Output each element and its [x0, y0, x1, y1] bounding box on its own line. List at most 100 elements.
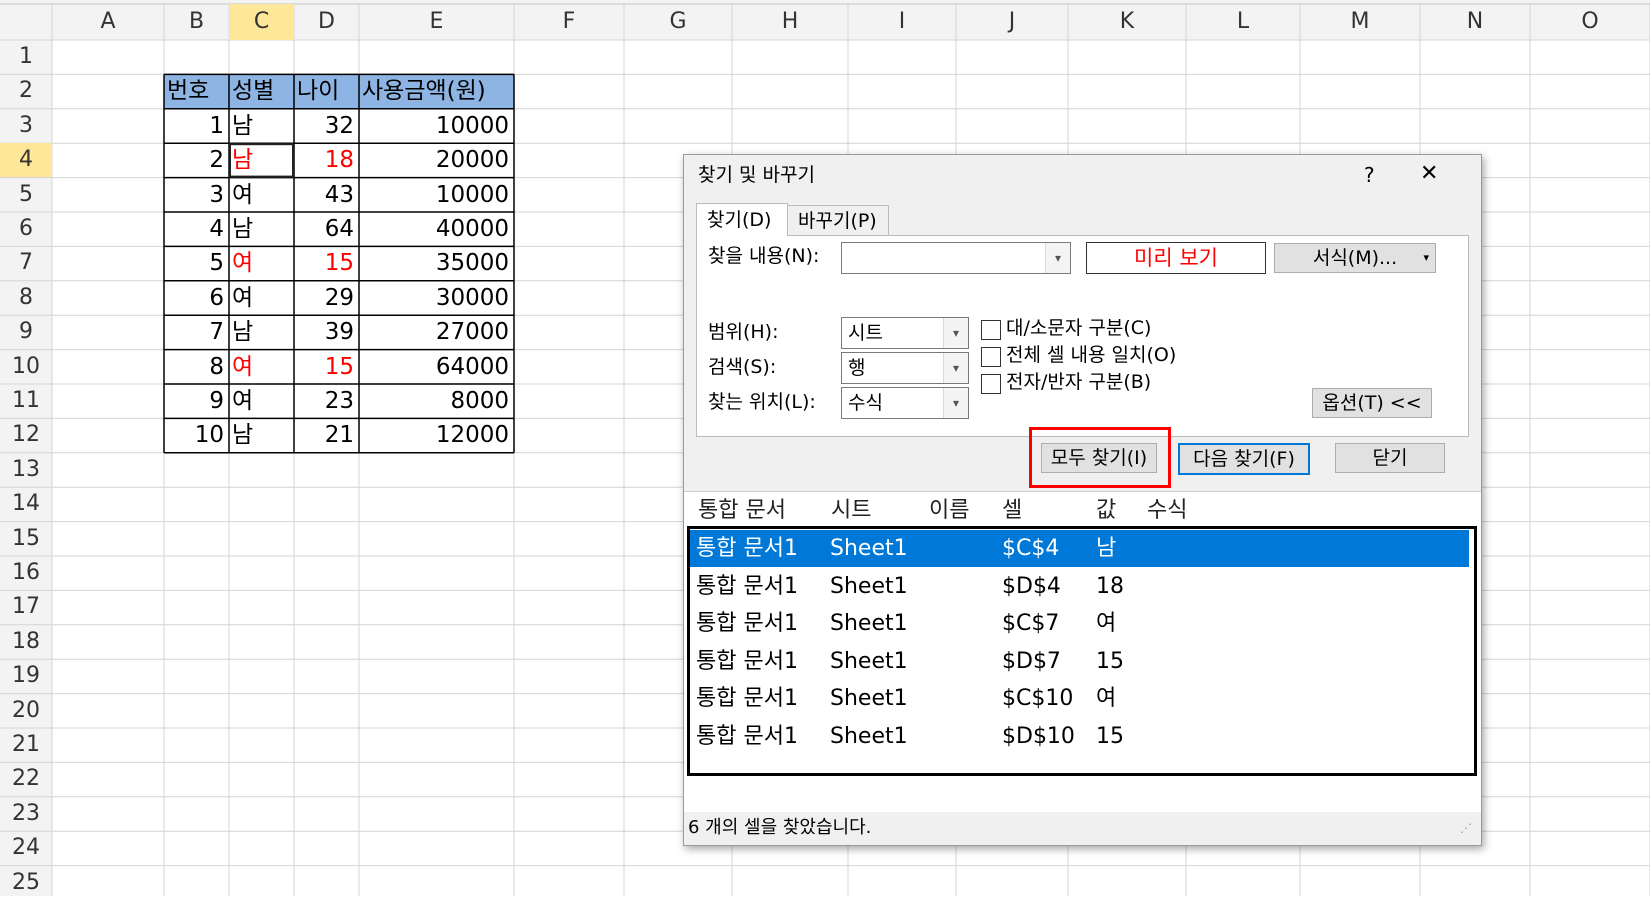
find-all-button[interactable]: 모두 찾기(I)	[1041, 443, 1157, 473]
results-column-header[interactable]: 수식	[1147, 492, 1187, 529]
cell-gender[interactable]: 남	[232, 315, 289, 349]
cell-gender[interactable]: 여	[232, 281, 289, 315]
row-header-12[interactable]: 12	[0, 418, 52, 452]
column-header-j[interactable]: J	[956, 4, 1068, 40]
column-header-f[interactable]: F	[514, 4, 624, 40]
find-what-combobox[interactable]: ▾	[841, 242, 1071, 274]
result-row[interactable]: 통합 문서1 Sheet1 $D$10 15	[690, 718, 1469, 755]
chevron-down-icon[interactable]: ▾	[943, 388, 968, 418]
row-header-1[interactable]: 1	[0, 40, 52, 74]
row-header-14[interactable]: 14	[0, 487, 52, 521]
column-header-o[interactable]: O	[1530, 4, 1650, 40]
column-header-c[interactable]: C	[229, 4, 294, 40]
cell-number[interactable]: 1	[167, 109, 224, 143]
results-column-header[interactable]: 셀	[1002, 492, 1022, 529]
row-header-3[interactable]: 3	[0, 109, 52, 143]
column-header-i[interactable]: I	[848, 4, 956, 40]
cell-amount[interactable]: 20000	[362, 143, 509, 177]
column-header-l[interactable]: L	[1186, 4, 1300, 40]
cell-number[interactable]: 3	[167, 178, 224, 212]
cell-amount[interactable]: 10000	[362, 178, 509, 212]
row-header-4[interactable]: 4	[0, 143, 52, 178]
match-case-checkbox[interactable]	[981, 320, 1001, 340]
cell-age[interactable]: 64	[297, 212, 354, 246]
cell-age[interactable]: 23	[297, 384, 354, 418]
match-byte-checkbox[interactable]	[981, 374, 1001, 394]
row-header-16[interactable]: 16	[0, 556, 52, 590]
tab-replace[interactable]: 바꾸기(P)	[787, 205, 889, 236]
cell-number[interactable]: 8	[167, 350, 224, 384]
column-header-n[interactable]: N	[1420, 4, 1530, 40]
row-header-22[interactable]: 22	[0, 762, 52, 796]
row-header-10[interactable]: 10	[0, 350, 52, 384]
cell-number[interactable]: 5	[167, 246, 224, 280]
options-button[interactable]: 옵션(T) <<	[1312, 388, 1432, 418]
cell-age[interactable]: 29	[297, 281, 354, 315]
column-header-k[interactable]: K	[1068, 4, 1186, 40]
cell-number[interactable]: 6	[167, 281, 224, 315]
row-header-7[interactable]: 7	[0, 246, 52, 280]
row-header-6[interactable]: 6	[0, 212, 52, 246]
result-row[interactable]: 통합 문서1 Sheet1 $C$7 여	[690, 605, 1469, 642]
row-header-18[interactable]: 18	[0, 625, 52, 659]
chevron-down-icon[interactable]: ▾	[943, 318, 968, 348]
tab-find[interactable]: 찾기(D)	[696, 203, 788, 236]
results-column-header[interactable]: 값	[1096, 492, 1116, 529]
row-header-20[interactable]: 20	[0, 694, 52, 728]
close-button[interactable]: 닫기	[1335, 443, 1445, 473]
results-column-header[interactable]: 통합 문서	[698, 492, 786, 529]
look-in-select[interactable]: 수식 ▾	[841, 387, 969, 419]
cell-age[interactable]: 15	[297, 350, 354, 384]
column-header-e[interactable]: E	[359, 4, 514, 40]
cell-number[interactable]: 9	[167, 384, 224, 418]
cell-amount[interactable]: 27000	[362, 315, 509, 349]
column-header-a[interactable]: A	[52, 4, 164, 40]
row-header-2[interactable]: 2	[0, 74, 52, 108]
cell-gender[interactable]: 여	[232, 350, 289, 384]
resize-grip-icon[interactable]: ⋰	[1460, 821, 1472, 835]
cell-gender[interactable]: 여	[232, 178, 289, 212]
table-header-cell[interactable]: 성별	[232, 74, 289, 108]
cell-age[interactable]: 15	[297, 246, 354, 280]
result-row[interactable]: 통합 문서1 Sheet1 $C$10 여	[690, 680, 1469, 717]
close-icon[interactable]: ✕	[1420, 159, 1438, 189]
row-header-17[interactable]: 17	[0, 590, 52, 624]
find-next-button[interactable]: 다음 찾기(F)	[1178, 443, 1310, 475]
results-column-header[interactable]: 이름	[929, 492, 969, 529]
result-row[interactable]: 통합 문서1 Sheet1 $D$7 15	[690, 643, 1469, 680]
row-header-24[interactable]: 24	[0, 831, 52, 865]
row-header-13[interactable]: 13	[0, 453, 52, 487]
cell-amount[interactable]: 35000	[362, 246, 509, 280]
cell-amount[interactable]: 8000	[362, 384, 509, 418]
table-header-cell[interactable]: 나이	[297, 74, 354, 108]
cell-amount[interactable]: 40000	[362, 212, 509, 246]
cell-age[interactable]: 21	[297, 418, 354, 452]
cell-number[interactable]: 4	[167, 212, 224, 246]
match-entire-checkbox[interactable]	[981, 347, 1001, 367]
column-header-d[interactable]: D	[294, 4, 359, 40]
cell-amount[interactable]: 10000	[362, 109, 509, 143]
column-header-m[interactable]: M	[1300, 4, 1420, 40]
row-header-11[interactable]: 11	[0, 384, 52, 418]
row-header-15[interactable]: 15	[0, 522, 52, 556]
cell-gender[interactable]: 여	[232, 246, 289, 280]
column-header-h[interactable]: H	[732, 4, 848, 40]
table-header-cell[interactable]: 사용금액(원)	[362, 74, 509, 108]
row-header-25[interactable]: 25	[0, 866, 52, 900]
column-header-b[interactable]: B	[164, 4, 229, 40]
cell-gender[interactable]: 남	[232, 418, 289, 452]
row-header-23[interactable]: 23	[0, 797, 52, 831]
row-header-8[interactable]: 8	[0, 281, 52, 315]
cell-gender[interactable]: 남	[232, 212, 289, 246]
row-header-19[interactable]: 19	[0, 659, 52, 693]
result-row[interactable]: 통합 문서1 Sheet1 $D$4 18	[690, 568, 1469, 605]
help-button[interactable]: ?	[1364, 161, 1375, 189]
column-header-g[interactable]: G	[624, 4, 732, 40]
cell-age[interactable]: 43	[297, 178, 354, 212]
search-select[interactable]: 행 ▾	[841, 352, 969, 384]
cell-amount[interactable]: 30000	[362, 281, 509, 315]
results-list[interactable]: 통합 문서 시트 이름 셀 값 수식 통합 문서1 Sheet1 $C$4 남 통합 문서1 She…	[684, 491, 1481, 812]
row-header-5[interactable]: 5	[0, 178, 52, 212]
cell-gender[interactable]: 여	[232, 384, 289, 418]
format-button[interactable]: 서식(M)... ▾	[1274, 243, 1436, 273]
